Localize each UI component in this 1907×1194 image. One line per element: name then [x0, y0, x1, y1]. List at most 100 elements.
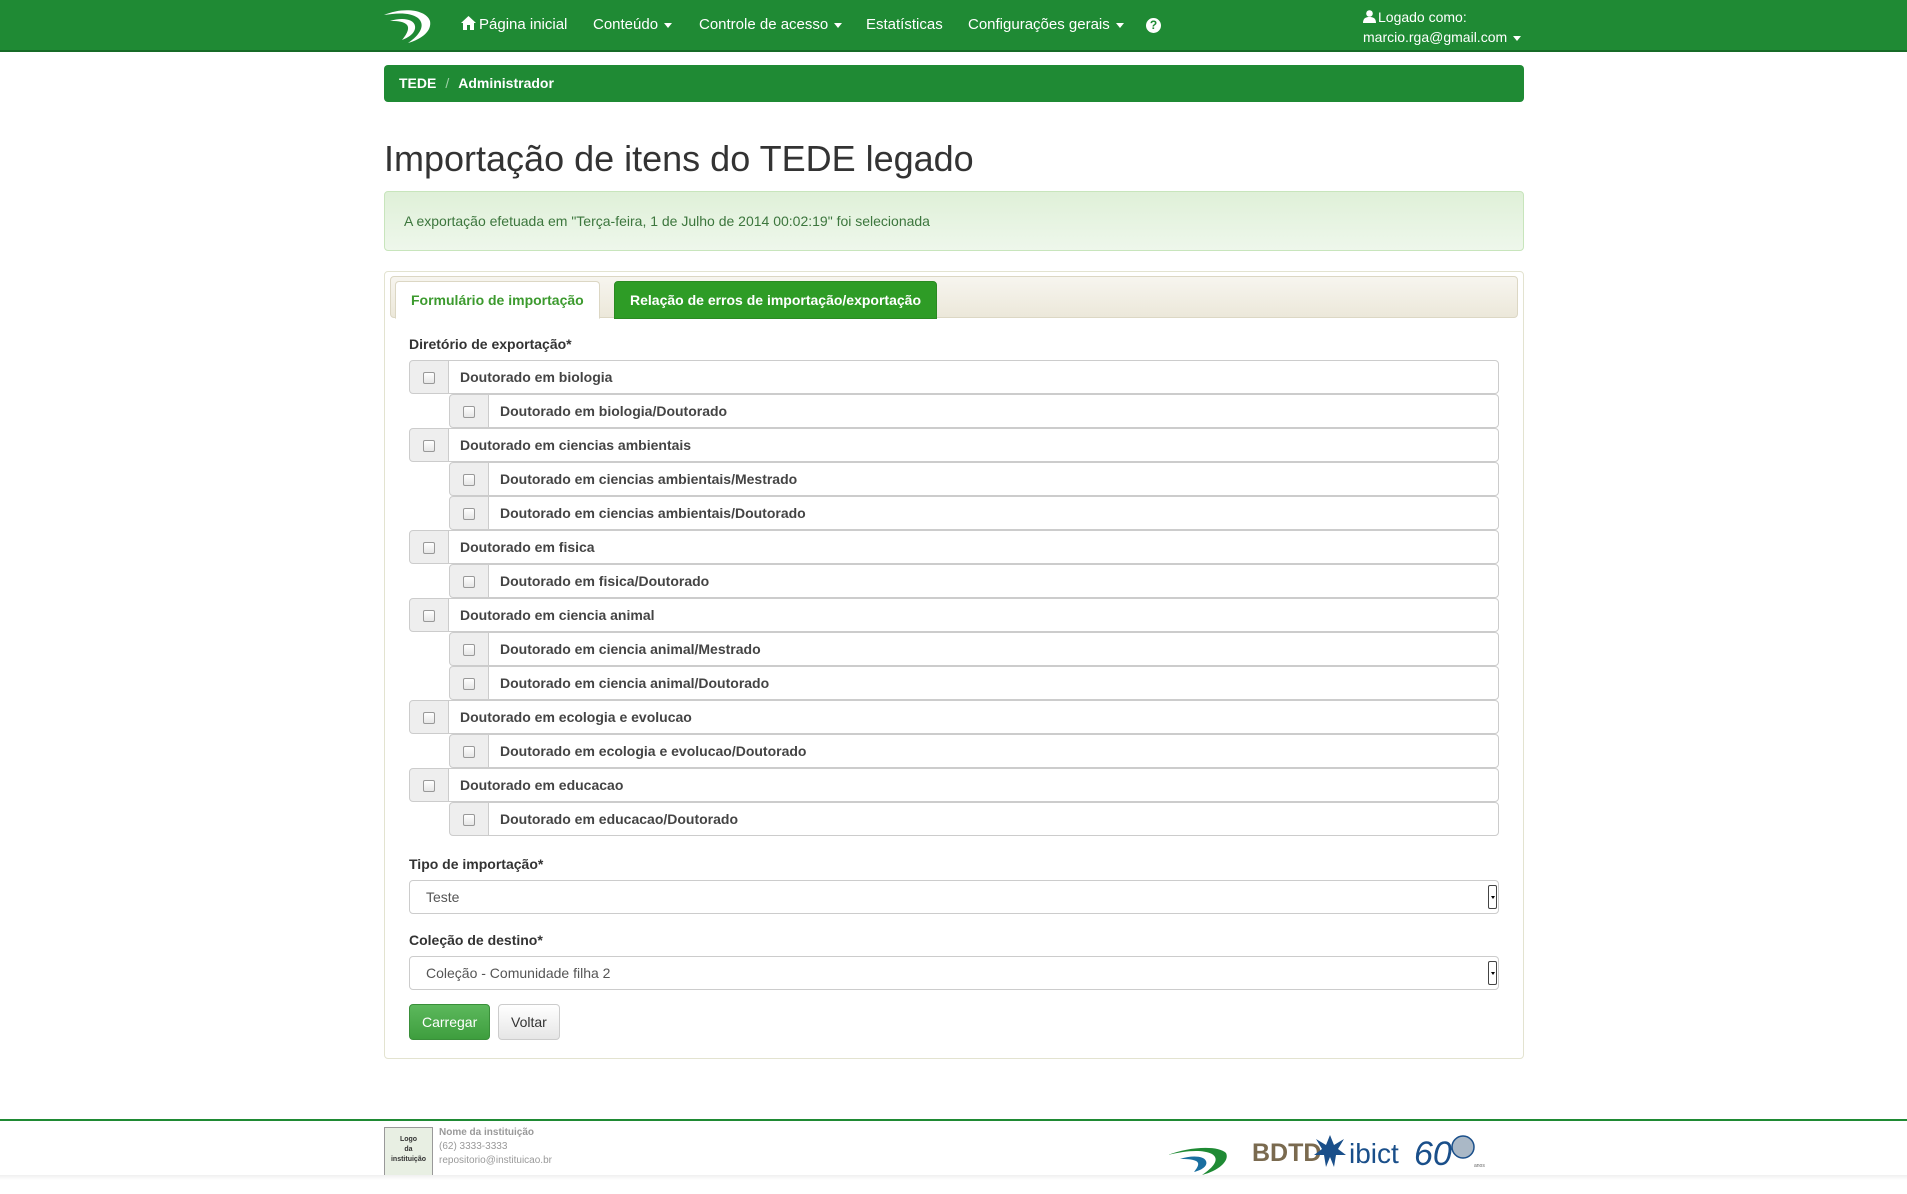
home-icon — [461, 16, 476, 30]
footer-shadow — [0, 1175, 1907, 1180]
nav-home-label: Página inicial — [479, 16, 568, 33]
directory-item[interactable]: Doutorado em fisica/Doutorado — [449, 564, 1499, 598]
tipo-select[interactable]: Teste — [409, 880, 1499, 914]
directory-label: Doutorado em biologia — [448, 360, 1499, 394]
breadcrumb-separator: / — [445, 75, 450, 91]
directory-checkbox-addon — [409, 598, 449, 632]
nav-config-dropdown[interactable]: Configurações gerais — [968, 0, 1124, 50]
nav-estatisticas-label: Estatísticas — [866, 16, 943, 33]
directory-item[interactable]: Doutorado em fisica — [409, 530, 1499, 564]
user-email: marcio.rga@gmail.com — [1363, 29, 1508, 45]
ibict-anos-text: anos — [1474, 1163, 1485, 1169]
breadcrumb-root[interactable]: TEDE — [399, 75, 436, 91]
breadcrumb: TEDE / Administrador — [384, 65, 1524, 102]
directory-label: Doutorado em ciencias ambientais/Doutora… — [488, 496, 1499, 530]
directory-checkbox-addon — [449, 734, 489, 768]
directory-item[interactable]: Doutorado em educacao/Doutorado — [449, 802, 1499, 836]
institution-email: repositorio@instituicao.br — [439, 1155, 552, 1166]
caret-down-icon — [834, 22, 843, 28]
tab-import-errors[interactable]: Relação de erros de importação/exportaçã… — [614, 281, 937, 319]
directory-checkbox[interactable] — [423, 542, 435, 554]
directory-checkbox[interactable] — [423, 440, 435, 452]
nav-acesso-label: Controle de acesso — [699, 16, 829, 33]
directory-label: Doutorado em fisica/Doutorado — [488, 564, 1499, 598]
nav-home[interactable]: Página inicial — [461, 0, 567, 50]
directory-label: Doutorado em educacao — [448, 768, 1499, 802]
directory-checkbox[interactable] — [463, 814, 475, 826]
directory-item[interactable]: Doutorado em educacao — [409, 768, 1499, 802]
directory-checkbox-addon — [449, 462, 489, 496]
nav-config-label: Configurações gerais — [968, 16, 1110, 33]
nav-estatisticas[interactable]: Estatísticas — [866, 0, 943, 50]
nav-conteudo-dropdown[interactable]: Conteúdo — [593, 0, 673, 50]
dir-label: Diretório de exportação* — [409, 336, 572, 352]
directory-item[interactable]: Doutorado em biologia/Doutorado — [449, 394, 1499, 428]
carregar-button[interactable]: Carregar — [409, 1004, 491, 1040]
directory-label: Doutorado em ecologia e evolucao/Doutora… — [488, 734, 1499, 768]
selected-export-alert: A exportação efetuada em "Terça-feira, 1… — [384, 191, 1524, 251]
bdtd-logo-text: BDTD — [1252, 1139, 1321, 1167]
directory-checkbox[interactable] — [463, 576, 475, 588]
directory-checkbox-addon — [449, 394, 489, 428]
directory-checkbox[interactable] — [463, 406, 475, 418]
directory-label: Doutorado em biologia/Doutorado — [488, 394, 1499, 428]
directory-checkbox-addon — [449, 666, 489, 700]
directory-label: Doutorado em ciencia animal/Mestrado — [488, 632, 1499, 666]
colecao-label: Coleção de destino* — [409, 932, 543, 948]
directory-item[interactable]: Doutorado em ciencias ambientais/Mestrad… — [449, 462, 1499, 496]
directory-checkbox[interactable] — [463, 644, 475, 656]
question-circle-icon: ? — [1146, 18, 1161, 33]
top-navbar: Página inicial Conteúdo Controle de aces… — [0, 0, 1907, 52]
tab-import-form[interactable]: Formulário de importação — [395, 281, 600, 319]
directory-checkbox-addon — [449, 496, 489, 530]
directory-checkbox-addon — [409, 428, 449, 462]
directory-item[interactable]: Doutorado em ciencia animal/Doutorado — [449, 666, 1499, 700]
directory-checkbox[interactable] — [423, 372, 435, 384]
ibict-60-circle — [1451, 1135, 1475, 1159]
colecao-selected-value: Coleção - Comunidade filha 2 — [426, 965, 611, 981]
directory-checkbox-addon — [409, 360, 449, 394]
institution-info: Nome da instituição (62) 3333-3333 repos… — [439, 1126, 552, 1168]
directory-item[interactable]: Doutorado em ecologia e evolucao — [409, 700, 1499, 734]
tipo-selected-value: Teste — [426, 889, 460, 905]
directory-checkbox[interactable] — [423, 780, 435, 792]
tabs-bar: Formulário de importação Relação de erro… — [390, 276, 1518, 319]
directory-label: Doutorado em ciencia animal — [448, 598, 1499, 632]
page-title: Importação de itens do TEDE legado — [384, 138, 974, 179]
directory-label: Doutorado em ciencias ambientais/Mestrad… — [488, 462, 1499, 496]
ibict-logo-text: ibict — [1349, 1138, 1399, 1169]
directory-label: Doutorado em ciencia animal/Doutorado — [488, 666, 1499, 700]
directory-checkbox-addon — [449, 632, 489, 666]
footer: Logo da instituição Nome da instituição … — [0, 1119, 1907, 1179]
directory-item[interactable]: Doutorado em ciencias ambientais/Doutora… — [449, 496, 1499, 530]
nav-acesso-dropdown[interactable]: Controle de acesso — [699, 0, 843, 50]
directory-checkbox[interactable] — [423, 712, 435, 724]
directory-checkbox[interactable] — [463, 508, 475, 520]
directory-item[interactable]: Doutorado em ciencia animal/Mestrado — [449, 632, 1499, 666]
directory-item[interactable]: Doutorado em biologia — [409, 360, 1499, 394]
caret-down-icon — [1513, 35, 1522, 41]
directory-label: Doutorado em ecologia e evolucao — [448, 700, 1499, 734]
directory-checkbox[interactable] — [463, 746, 475, 758]
colecao-select[interactable]: Coleção - Comunidade filha 2 — [409, 956, 1499, 990]
tipo-label: Tipo de importação* — [409, 856, 544, 872]
directory-label: Doutorado em educacao/Doutorado — [488, 802, 1499, 836]
directory-checkbox[interactable] — [423, 610, 435, 622]
directory-item[interactable]: Doutorado em ecologia e evolucao/Doutora… — [449, 734, 1499, 768]
directory-checkbox-addon — [409, 530, 449, 564]
directory-checkbox-addon — [409, 768, 449, 802]
directory-checkbox[interactable] — [463, 474, 475, 486]
directory-checkbox-addon — [409, 700, 449, 734]
help-button[interactable]: ? — [1146, 17, 1161, 33]
directory-item[interactable]: Doutorado em ciencias ambientais — [409, 428, 1499, 462]
voltar-button[interactable]: Voltar — [498, 1004, 560, 1040]
directory-item[interactable]: Doutorado em ciencia animal — [409, 598, 1499, 632]
partner-logos: BDTD ibict 60 anos — [1168, 1135, 1485, 1175]
tede-logo[interactable] — [382, 5, 434, 47]
directory-checkbox[interactable] — [463, 678, 475, 690]
logo-line: da — [404, 1146, 413, 1153]
logo-line: instituição — [390, 1156, 426, 1163]
user-menu[interactable]: Logado como: marcio.rga@gmail.com — [1363, 7, 1522, 47]
institution-name: Nome da instituição — [439, 1127, 535, 1138]
institution-phone: (62) 3333-3333 — [439, 1141, 508, 1152]
